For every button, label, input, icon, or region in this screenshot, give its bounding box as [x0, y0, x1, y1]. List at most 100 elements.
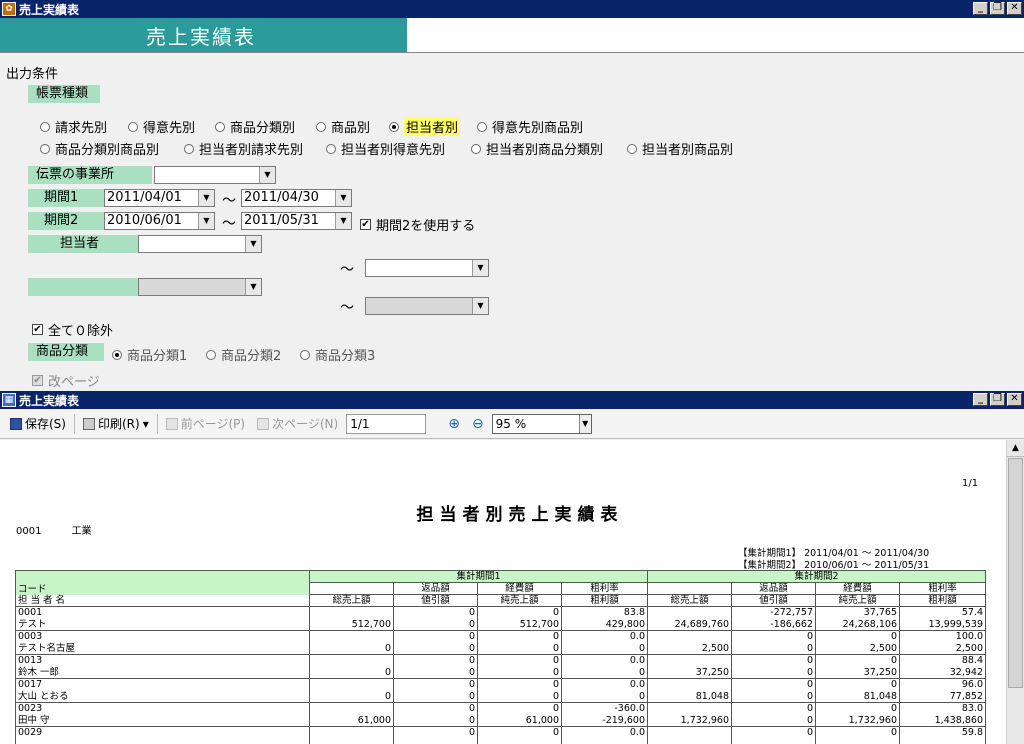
chevron-down-icon: ▼: [472, 298, 488, 314]
report-type-radio-5[interactable]: 得意先別商品別: [477, 117, 583, 136]
company-info: 0001 工業: [16, 526, 92, 537]
page-banner: 売上実績表: [0, 18, 407, 52]
tilde-separator: ～: [340, 300, 354, 316]
report-type2-radio-1[interactable]: 担当者別請求先別: [184, 139, 303, 158]
radio-unselected-icon[interactable]: [471, 143, 481, 154]
exclude-zero-checkbox[interactable]: ✔ 全て０除外: [32, 320, 113, 339]
report-type-radio-0[interactable]: 請求先別: [40, 117, 107, 136]
save-icon: [10, 417, 22, 430]
radio-unselected-icon[interactable]: [40, 121, 50, 132]
scroll-up-icon[interactable]: ▲: [1007, 440, 1024, 457]
minimize-icon[interactable]: _: [973, 393, 988, 406]
print-button[interactable]: 印刷(R) ▾: [79, 415, 153, 432]
restore-icon[interactable]: ❐: [990, 393, 1005, 406]
category-radio-1[interactable]: 商品分類2: [206, 345, 281, 364]
zoom-out-icon: ⊖: [471, 415, 484, 432]
zoom-select[interactable]: 95 % ▼: [491, 413, 592, 434]
category-radio-0[interactable]: 商品分類1: [112, 345, 187, 364]
checkbox-checked-icon[interactable]: ✔: [32, 324, 43, 335]
chevron-down-icon[interactable]: ▼: [335, 213, 351, 229]
chevron-down-icon[interactable]: ▼: [335, 190, 351, 206]
chevron-down-icon[interactable]: ▼: [245, 236, 261, 252]
form-window-titlebar[interactable]: ✿ 売上実績表 _ ❐ ✕: [0, 0, 1024, 18]
radio-unselected-icon[interactable]: [40, 143, 50, 154]
radio-unselected-icon[interactable]: [128, 121, 138, 132]
table-row: 0023 0 0 -360.0 0 0 83.0: [15, 702, 986, 715]
person-to-select[interactable]: ▼: [365, 259, 489, 277]
radio-unselected-icon[interactable]: [300, 349, 310, 360]
period1-to-select[interactable]: 2011/04/30 ▼: [241, 189, 352, 207]
page-number-input[interactable]: 1/1: [346, 413, 427, 434]
save-button[interactable]: 保存(S): [6, 415, 70, 432]
chevron-down-icon[interactable]: ▼: [198, 213, 214, 229]
chevron-down-icon[interactable]: ▼: [578, 414, 591, 433]
radio-unselected-icon[interactable]: [206, 349, 216, 360]
header-period2: 集計期間2: [647, 570, 986, 583]
use-period2-checkbox[interactable]: ✔ 期間2を使用する: [360, 215, 475, 234]
preview-window-titlebar[interactable]: ▦ 売上実績表 _ ❐ ✕: [0, 391, 1024, 409]
tilde-separator: ～: [222, 216, 236, 232]
report-type-radio-1[interactable]: 得意先別: [128, 117, 195, 136]
page-title: 売上実績表: [146, 24, 256, 49]
table-row: 0003 0 0 0.0 0 0 100.0: [15, 630, 986, 643]
zoom-in-icon: ⊕: [448, 415, 460, 432]
header-period1: 集計期間1: [309, 570, 648, 583]
preview-scrollbar[interactable]: ▲: [1006, 440, 1024, 744]
table-row: 0013 0 0 0.0 0 0 88.4: [15, 654, 986, 667]
next-page-button[interactable]: 次ページ(N): [253, 415, 342, 432]
minimize-icon[interactable]: _: [973, 2, 988, 15]
checkbox-checked-icon[interactable]: ✔: [360, 219, 371, 230]
radio-unselected-icon[interactable]: [316, 121, 326, 132]
header-code: コード: [15, 570, 310, 595]
report-type2-radio-4[interactable]: 担当者別商品別: [627, 139, 733, 158]
print-dropdown-icon[interactable]: ▾: [143, 417, 149, 431]
radio-unselected-icon[interactable]: [477, 121, 487, 132]
header-name: 担 当 者 名: [15, 594, 310, 607]
table-row: 0001 0 0 83.8 -272,757 37,765 57.4: [15, 606, 986, 619]
form-window-title: 売上実績表: [19, 2, 80, 17]
office-select[interactable]: ▼: [154, 166, 276, 184]
radio-selected-icon[interactable]: [389, 121, 399, 132]
period1-from-select[interactable]: 2011/04/01 ▼: [104, 189, 215, 207]
restore-icon[interactable]: ❐: [990, 2, 1005, 15]
blank-label: [28, 278, 138, 296]
report-type2-radio-0[interactable]: 商品分類別商品別: [40, 139, 159, 158]
person-label: 担当者: [28, 235, 138, 253]
radio-unselected-icon[interactable]: [627, 143, 637, 154]
close-icon[interactable]: ✕: [1007, 393, 1022, 406]
report-title: 担当者別売上実績表: [416, 505, 624, 525]
period2-to-select[interactable]: 2011/05/31 ▼: [241, 212, 352, 230]
preview-window-title: 売上実績表: [19, 393, 80, 408]
chevron-down-icon: ▼: [245, 279, 261, 295]
chevron-down-icon[interactable]: ▼: [472, 260, 488, 276]
category-radio-2[interactable]: 商品分類3: [300, 345, 375, 364]
period2-from-select[interactable]: 2010/06/01 ▼: [104, 212, 215, 230]
report-type2-radio-2[interactable]: 担当者別得意先別: [326, 139, 445, 158]
report-type2-radio-3[interactable]: 担当者別商品分類別: [471, 139, 603, 158]
disabled-to-select: ▼: [365, 297, 489, 315]
report-icon: ▦: [2, 393, 16, 407]
radio-unselected-icon[interactable]: [215, 121, 225, 132]
close-icon[interactable]: ✕: [1007, 2, 1022, 15]
zoom-out-button[interactable]: ⊖: [468, 416, 488, 432]
radio-unselected-icon[interactable]: [184, 143, 194, 154]
report-type-radio-4[interactable]: 担当者別: [389, 117, 461, 136]
output-conditions-form: 出力条件 帳票種類 伝票の事業所 ▼ 期間1 2011/04/01 ▼ ～ 201…: [0, 52, 1024, 390]
zoom-in-button[interactable]: ⊕: [444, 416, 464, 432]
tilde-separator: ～: [340, 262, 354, 278]
page-break-checkbox: ✔ 改ページ: [32, 375, 100, 390]
person-from-select[interactable]: ▼: [138, 235, 262, 253]
report-type-radio-2[interactable]: 商品分類別: [215, 117, 295, 136]
report-type-radio-3[interactable]: 商品別: [316, 117, 370, 136]
period1-label: 期間1: [28, 189, 104, 207]
printer-icon: [82, 417, 95, 430]
output-conditions-label: 出力条件: [6, 67, 59, 82]
chevron-down-icon[interactable]: ▼: [259, 167, 275, 183]
radio-unselected-icon[interactable]: [326, 143, 336, 154]
period2-label: 期間2: [28, 212, 104, 230]
chevron-down-icon[interactable]: ▼: [198, 190, 214, 206]
scroll-thumb[interactable]: [1008, 458, 1023, 688]
radio-unselected-icon[interactable]: [112, 349, 122, 360]
tilde-separator: ～: [222, 193, 236, 209]
prev-page-button[interactable]: 前ページ(P): [162, 415, 249, 432]
